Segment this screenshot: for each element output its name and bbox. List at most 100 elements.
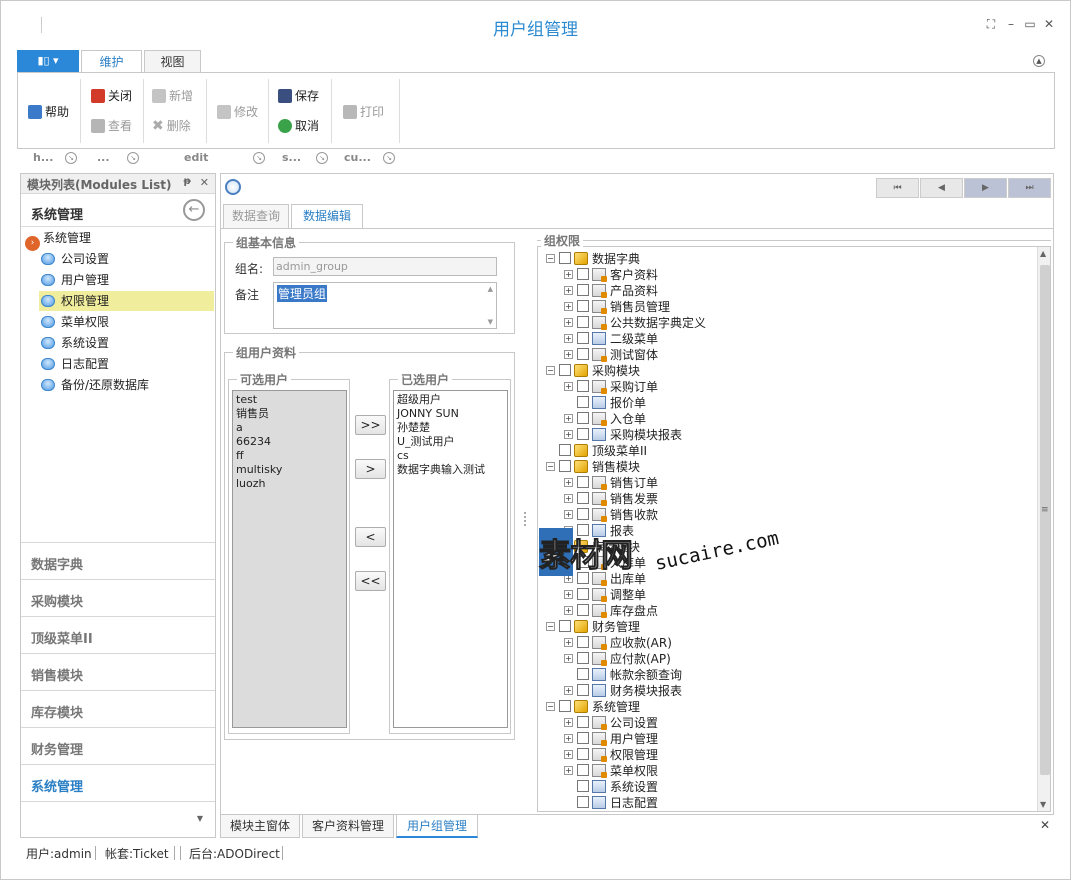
checkbox[interactable] [577,508,589,520]
splitter-handle[interactable] [524,512,526,526]
checkbox[interactable] [577,396,589,408]
collapse-icon[interactable]: − [546,701,555,711]
list-item[interactable]: cs [397,449,504,463]
checkbox[interactable] [577,268,589,280]
nav-top-menu[interactable]: 顶级菜单II [21,616,215,653]
available-users-list[interactable]: test 销售员 a 66234 ff multisky luozh [232,390,347,728]
scroll-thumb[interactable] [1040,265,1050,775]
tree-form-node[interactable]: + 客户资料 [564,266,658,282]
remove-all-button[interactable]: << [355,571,386,591]
collapse-icon[interactable]: − [546,365,555,375]
tab-data-edit[interactable]: 数据编辑 [291,204,363,229]
expand-icon[interactable]: + [564,413,573,423]
tree-scrollbar[interactable]: ▲ ≡ ▼ [1037,247,1050,811]
first-record-button[interactable]: ⏮ [876,178,919,198]
expand-icon[interactable]: + [564,317,573,327]
group-expand-icon[interactable]: ↘ [383,152,395,164]
collapse-icon[interactable]: − [546,253,555,263]
nav-system[interactable]: 系统管理 [21,764,215,801]
tree-form-node[interactable]: + 调整单 [564,586,646,602]
maximize-icon[interactable]: ▭ [1022,16,1038,32]
tree-form-node[interactable]: + 销售订单 [564,474,658,490]
list-item[interactable]: test [236,393,343,407]
tree-form-node[interactable]: + 权限管理 [564,746,658,762]
minimize-icon[interactable]: – [1003,16,1019,32]
nav-finance[interactable]: 财务管理 [21,727,215,764]
expand-icon[interactable]: + [564,285,573,295]
checkbox[interactable] [577,412,589,424]
list-item[interactable]: JONNY SUN [397,407,504,421]
checkbox[interactable] [577,380,589,392]
checkbox[interactable] [577,492,589,504]
close-button[interactable]: 关闭 [91,87,132,104]
view-button[interactable]: 查看 [91,117,132,134]
expand-icon[interactable]: + [564,381,573,391]
expand-icon[interactable]: + [564,685,573,695]
delete-button[interactable]: ✖ 删除 [152,117,191,134]
tree-form-node[interactable]: + 应付款(AP) [564,650,671,666]
prev-record-button[interactable]: ◀ [920,178,963,198]
checkbox[interactable] [577,300,589,312]
expand-icon[interactable]: + [564,269,573,279]
checkbox[interactable] [577,284,589,296]
list-item[interactable]: luozh [236,477,343,491]
tree-form-node[interactable]: + 库存盘点 [564,602,658,618]
tree-form-node[interactable]: + 产品资料 [564,282,658,298]
list-item[interactable]: U_测试用户 [397,435,504,449]
tree-form-node[interactable]: + 菜单权限 [564,762,658,778]
checkbox[interactable] [577,604,589,616]
expand-icon[interactable]: + [564,301,573,311]
tree-form-node[interactable]: + 测试窗体 [564,346,658,362]
edit-button[interactable]: 修改 [217,103,258,120]
expand-icon[interactable]: + [564,653,573,663]
expand-icon[interactable]: + [564,605,573,615]
list-item[interactable]: 孙楚楚 [397,421,504,435]
group-expand-icon[interactable]: ↘ [65,152,77,164]
doctab-customer[interactable]: 客户资料管理 [302,815,394,838]
close-icon[interactable]: ✕ [1041,16,1057,32]
list-item[interactable]: 超级用户 [397,393,504,407]
tree-form-node[interactable]: 日志配置 [564,794,658,810]
help-button[interactable]: 帮助 [28,103,69,120]
nav-dictionary[interactable]: 数据字典 [21,542,215,579]
tree-form-node[interactable]: 帐款余额查询 [564,666,682,682]
nav-overflow[interactable]: ▼ [21,801,215,837]
tree-form-node[interactable]: + 采购订单 [564,378,658,394]
compass-icon[interactable] [225,179,241,195]
tree-form-node[interactable]: + 应收款(AR) [564,634,672,650]
group-expand-icon[interactable]: ↘ [127,152,139,164]
nav-inventory[interactable]: 库存模块 [21,690,215,727]
tree-item-company[interactable]: 公司设置 [41,249,109,269]
scroll-down-icon[interactable]: ▼ [1040,800,1046,809]
tree-module-node[interactable]: − 财务管理 [546,618,640,634]
tree-item-backup[interactable]: 备份/还原数据库 [41,375,149,395]
tree-form-node[interactable]: + 财务模块报表 [564,682,682,698]
list-item[interactable]: 销售员 [236,407,343,421]
checkbox[interactable] [577,588,589,600]
doctab-usergroup[interactable]: 用户组管理 [396,815,478,838]
checkbox[interactable] [559,364,571,376]
expand-icon[interactable]: + [564,733,573,743]
expand-icon[interactable]: + [564,765,573,775]
checkbox[interactable] [577,348,589,360]
expand-icon[interactable]: + [564,717,573,727]
tree-form-node[interactable]: + 采购模块报表 [564,426,682,442]
tree-item-settings[interactable]: 系统设置 [41,333,109,353]
app-menu-button[interactable]: ▮▯ ▾ [17,50,79,73]
tree-form-node[interactable]: + 公司设置 [564,714,658,730]
save-button[interactable]: 保存 [278,87,319,104]
checkbox[interactable] [559,620,571,632]
print-button[interactable]: 打印 [343,103,384,120]
add-button[interactable]: 新增 [152,87,193,104]
group-expand-icon[interactable]: ↘ [316,152,328,164]
tree-form-node[interactable]: 报价单 [564,394,646,410]
tree-root[interactable]: › 系统管理 [25,228,91,251]
checkbox[interactable] [577,652,589,664]
tree-form-node[interactable]: 系统设置 [564,778,658,794]
add-all-button[interactable]: >> [355,415,386,435]
scroll-down-icon[interactable]: ▼ [488,318,493,326]
checkbox[interactable] [559,700,571,712]
panel-close-icon[interactable]: ✕ [200,176,209,189]
tab-maintain[interactable]: 维护 [81,50,142,74]
checkbox[interactable] [559,444,571,456]
